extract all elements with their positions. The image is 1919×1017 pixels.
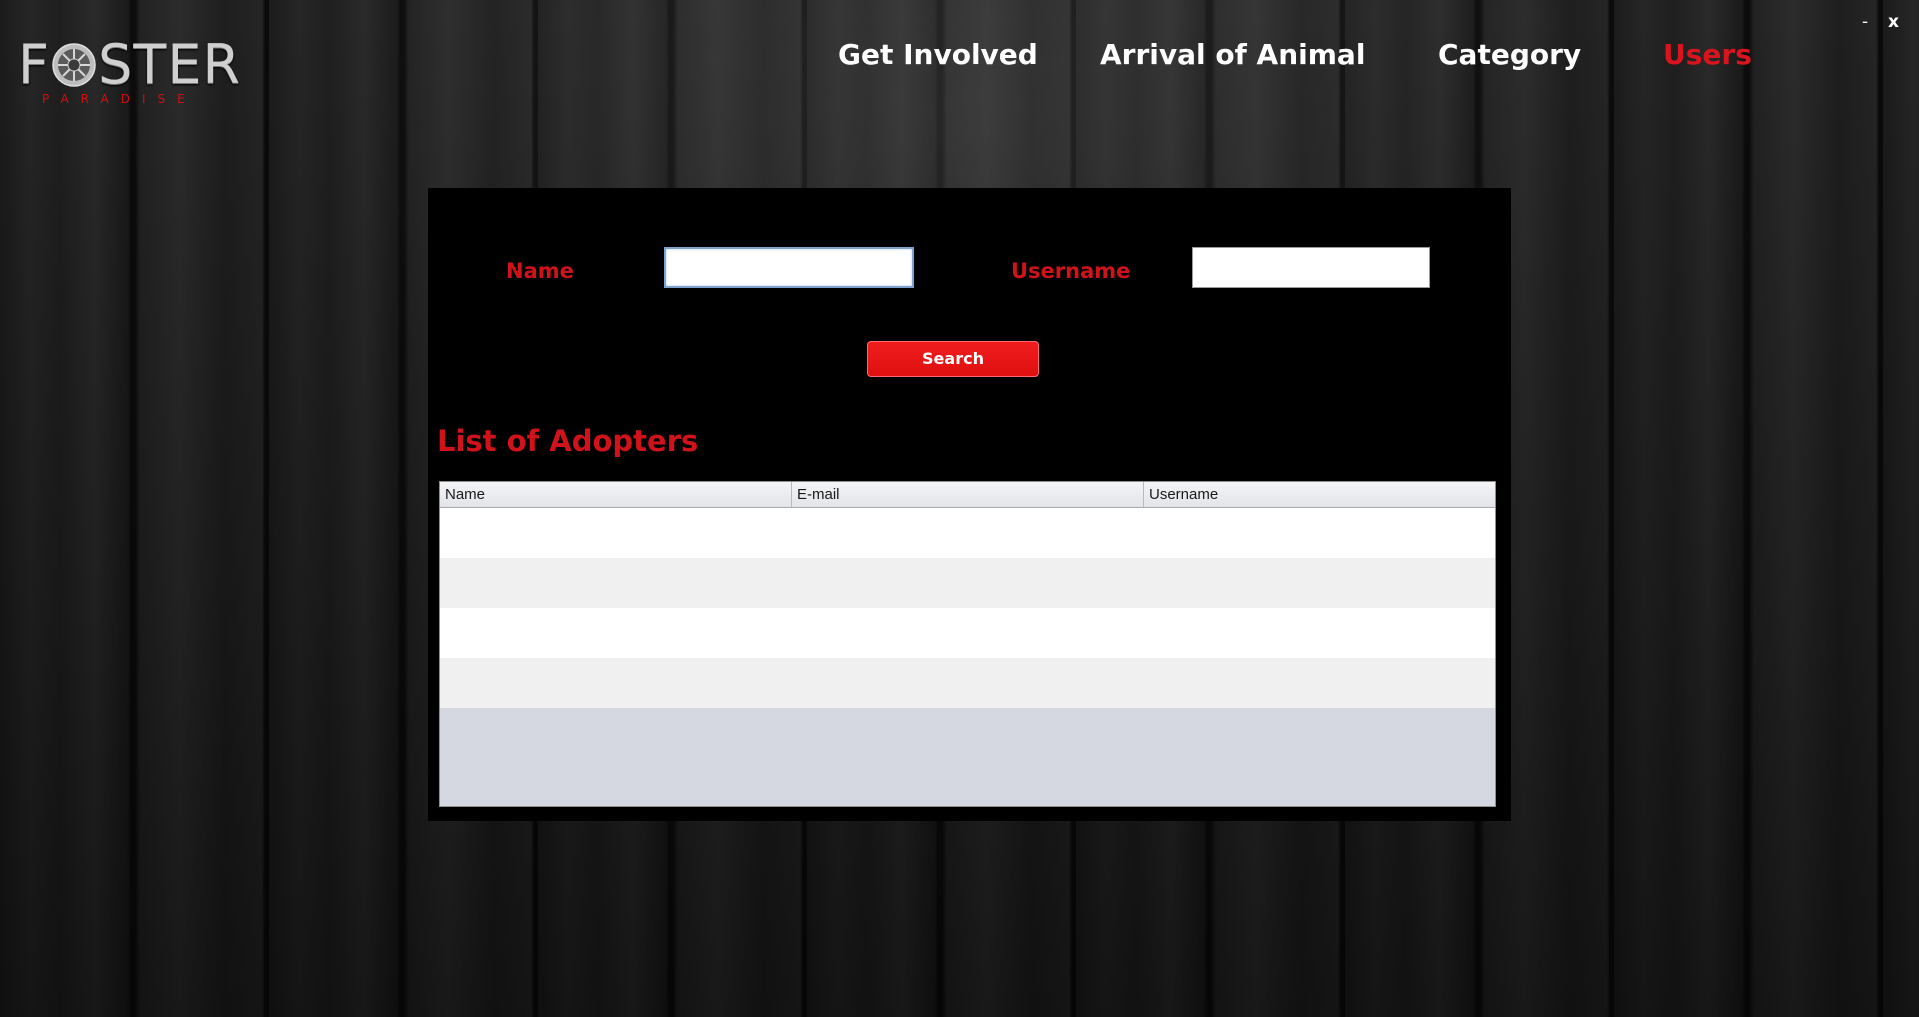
table-body bbox=[440, 508, 1495, 708]
logo-text-left: F bbox=[18, 33, 51, 96]
close-button[interactable]: x bbox=[1888, 12, 1899, 32]
cell-name bbox=[440, 658, 792, 708]
nav-users[interactable]: Users bbox=[1663, 38, 1752, 71]
table-row[interactable] bbox=[440, 508, 1495, 558]
logo-wordmark: F STER bbox=[18, 38, 241, 92]
cell-email bbox=[792, 608, 1144, 658]
username-label: Username bbox=[1011, 259, 1131, 283]
table-header: Name E-mail Username bbox=[440, 482, 1495, 508]
table-row[interactable] bbox=[440, 558, 1495, 608]
cell-email bbox=[792, 558, 1144, 608]
cell-name bbox=[440, 608, 792, 658]
nav-category[interactable]: Category bbox=[1438, 38, 1581, 71]
logo-subtitle: PARADISE bbox=[42, 92, 197, 106]
cell-name bbox=[440, 508, 792, 558]
logo-text-right: STER bbox=[98, 33, 241, 96]
column-header-email[interactable]: E-mail bbox=[792, 482, 1144, 507]
adopters-table[interactable]: Name E-mail Username bbox=[439, 481, 1496, 807]
cell-email bbox=[792, 658, 1144, 708]
name-input[interactable] bbox=[664, 247, 914, 288]
cell-email bbox=[792, 508, 1144, 558]
paw-emblem-icon bbox=[52, 43, 96, 87]
column-header-name[interactable]: Name bbox=[440, 482, 792, 507]
table-row[interactable] bbox=[440, 658, 1495, 708]
foster-paradise-logo: F STER PARADISE bbox=[18, 38, 248, 108]
username-input[interactable] bbox=[1192, 247, 1430, 288]
users-panel: Name Username Search List of Adopters Na… bbox=[428, 188, 1511, 821]
adopters-list-title: List of Adopters bbox=[437, 424, 699, 458]
table-row[interactable] bbox=[440, 608, 1495, 658]
app-window: F STER PARADISE - x Get Involved Arrival… bbox=[0, 0, 1919, 1017]
search-button[interactable]: Search bbox=[867, 341, 1039, 377]
nav-arrival-of-animal[interactable]: Arrival of Animal bbox=[1100, 38, 1365, 71]
column-header-username[interactable]: Username bbox=[1144, 482, 1495, 507]
cell-username bbox=[1144, 658, 1495, 708]
minimize-button[interactable]: - bbox=[1862, 12, 1868, 32]
cell-username bbox=[1144, 558, 1495, 608]
name-label: Name bbox=[506, 259, 574, 283]
cell-username bbox=[1144, 508, 1495, 558]
cell-username bbox=[1144, 608, 1495, 658]
nav-get-involved[interactable]: Get Involved bbox=[838, 38, 1038, 71]
cell-name bbox=[440, 558, 792, 608]
